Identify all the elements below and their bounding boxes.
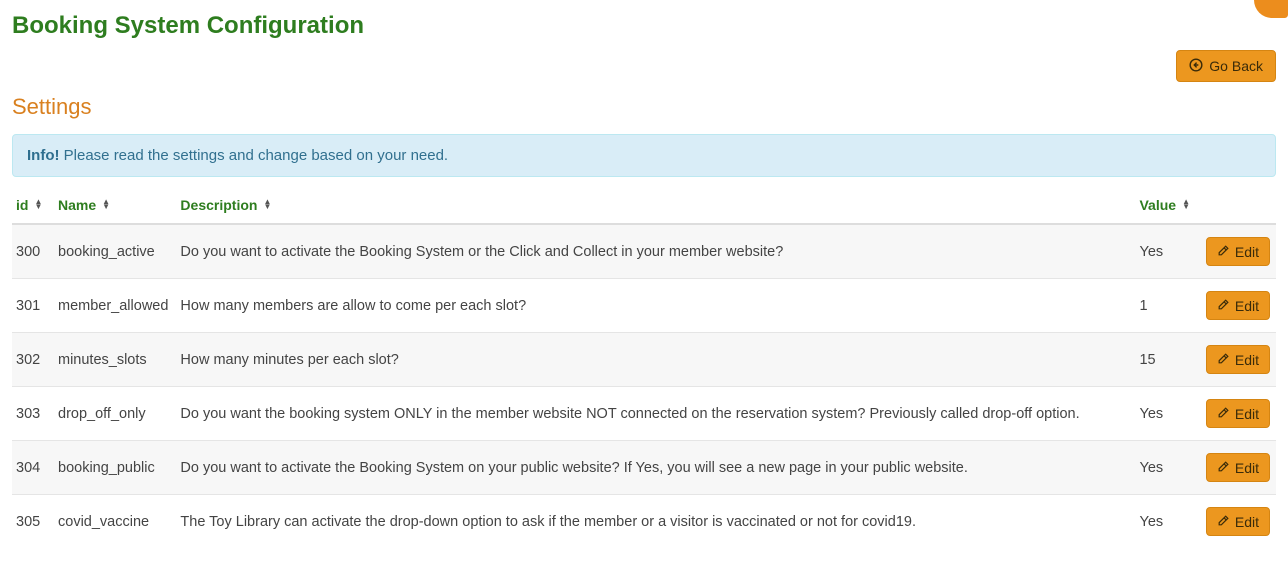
table-row: 302 minutes_slots How many minutes per e… [12, 333, 1276, 387]
sort-icon: ▲▼ [1182, 200, 1190, 210]
table-row: 303 drop_off_only Do you want the bookin… [12, 387, 1276, 441]
edit-icon [1217, 352, 1230, 367]
arrow-left-icon [1189, 58, 1203, 74]
col-header-value[interactable]: Value ▲▼ [1139, 197, 1190, 213]
cell-description: Do you want to activate the Booking Syst… [176, 441, 1135, 495]
edit-button[interactable]: Edit [1206, 237, 1270, 266]
cell-value: 15 [1135, 333, 1198, 387]
edit-label: Edit [1235, 515, 1259, 529]
edit-icon [1217, 406, 1230, 421]
cell-value: Yes [1135, 224, 1198, 279]
edit-label: Edit [1235, 353, 1259, 367]
cell-value: Yes [1135, 387, 1198, 441]
page-title: Booking System Configuration [12, 12, 1276, 40]
table-row: 301 member_allowed How many members are … [12, 279, 1276, 333]
info-label: Info! [27, 147, 59, 164]
cell-name: drop_off_only [54, 387, 176, 441]
cell-id: 302 [12, 333, 54, 387]
table-row: 300 booking_active Do you want to activa… [12, 224, 1276, 279]
cell-id: 301 [12, 279, 54, 333]
edit-icon [1217, 460, 1230, 475]
table-row: 305 covid_vaccine The Toy Library can ac… [12, 495, 1276, 549]
sort-icon: ▲▼ [102, 200, 110, 210]
cell-description: Do you want the booking system ONLY in t… [176, 387, 1135, 441]
info-alert: Info! Please read the settings and chang… [12, 134, 1276, 177]
edit-label: Edit [1235, 461, 1259, 475]
cell-description: How many minutes per each slot? [176, 333, 1135, 387]
col-header-name[interactable]: Name ▲▼ [58, 197, 110, 213]
section-title: Settings [12, 94, 1276, 120]
edit-icon [1217, 514, 1230, 529]
go-back-button[interactable]: Go Back [1176, 50, 1276, 82]
cell-value: Yes [1135, 441, 1198, 495]
cell-value: 1 [1135, 279, 1198, 333]
edit-label: Edit [1235, 407, 1259, 421]
sort-icon: ▲▼ [263, 200, 271, 210]
edit-button[interactable]: Edit [1206, 507, 1270, 536]
col-header-id[interactable]: id ▲▼ [16, 197, 42, 213]
cell-name: covid_vaccine [54, 495, 176, 549]
col-header-description[interactable]: Description ▲▼ [180, 197, 271, 213]
edit-icon [1217, 244, 1230, 259]
cell-description: The Toy Library can activate the drop-do… [176, 495, 1135, 549]
edit-button[interactable]: Edit [1206, 345, 1270, 374]
cell-id: 304 [12, 441, 54, 495]
go-back-label: Go Back [1209, 59, 1263, 73]
edit-button[interactable]: Edit [1206, 399, 1270, 428]
cell-id: 305 [12, 495, 54, 549]
edit-icon [1217, 298, 1230, 313]
edit-label: Edit [1235, 245, 1259, 259]
cell-id: 303 [12, 387, 54, 441]
cell-description: How many members are allow to come per e… [176, 279, 1135, 333]
cell-name: booking_public [54, 441, 176, 495]
cell-name: member_allowed [54, 279, 176, 333]
cell-name: booking_active [54, 224, 176, 279]
settings-table: id ▲▼ Name ▲▼ Description ▲▼ [12, 189, 1276, 548]
edit-button[interactable]: Edit [1206, 453, 1270, 482]
table-row: 304 booking_public Do you want to activa… [12, 441, 1276, 495]
info-text: Please read the settings and change base… [64, 147, 448, 164]
sort-icon: ▲▼ [34, 200, 42, 210]
cell-name: minutes_slots [54, 333, 176, 387]
cell-value: Yes [1135, 495, 1198, 549]
cell-description: Do you want to activate the Booking Syst… [176, 224, 1135, 279]
edit-button[interactable]: Edit [1206, 291, 1270, 320]
edit-label: Edit [1235, 299, 1259, 313]
cell-id: 300 [12, 224, 54, 279]
